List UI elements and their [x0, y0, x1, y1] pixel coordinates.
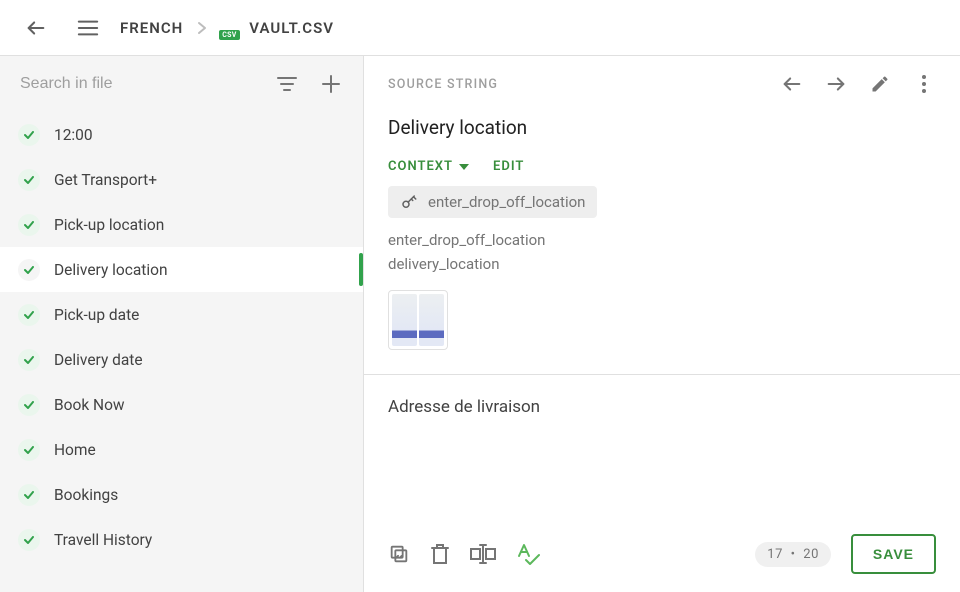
string-list: 12:00 Get Transport+ Pick-up location Deliv…: [0, 112, 363, 592]
list-item[interactable]: Pick-up location: [0, 202, 363, 247]
context-row: CONTEXT EDIT: [388, 159, 936, 174]
back-button[interactable]: [16, 8, 56, 48]
list-item[interactable]: 12:00: [0, 112, 363, 157]
string-key-chip[interactable]: enter_drop_off_location: [388, 186, 597, 218]
spellcheck-button[interactable]: [516, 543, 540, 565]
string-key-text: enter_drop_off_location: [428, 193, 585, 211]
check-icon: [18, 169, 40, 191]
main: 12:00 Get Transport+ Pick-up location Deliv…: [0, 56, 960, 592]
list-item[interactable]: Get Transport+: [0, 157, 363, 202]
filter-button[interactable]: [267, 64, 307, 104]
left-panel: 12:00 Get Transport+ Pick-up location Deliv…: [0, 56, 364, 592]
footer-tools: [388, 543, 735, 565]
filter-icon: [277, 76, 297, 92]
delete-button[interactable]: [430, 543, 450, 565]
screenshot-preview-icon: [392, 294, 417, 346]
check-icon: [18, 214, 40, 236]
insert-placeholder-button[interactable]: [470, 543, 496, 565]
save-button[interactable]: SAVE: [851, 534, 936, 574]
list-item[interactable]: Pick-up date: [0, 292, 363, 337]
check-icon: [18, 124, 40, 146]
add-button[interactable]: [311, 64, 351, 104]
source-header: SOURCE STRING: [364, 56, 960, 112]
more-button[interactable]: [904, 64, 944, 104]
trash-icon: [430, 543, 450, 565]
plus-icon: [321, 74, 341, 94]
list-item-label: Home: [54, 441, 96, 459]
breadcrumb-file[interactable]: CSV VAULT.CSV: [221, 17, 334, 39]
translation-area[interactable]: Adresse de livraison: [364, 375, 960, 518]
chevron-right-icon: [197, 21, 207, 35]
list-item-label: Delivery date: [54, 351, 143, 369]
check-icon: [18, 439, 40, 461]
char-counter: 17 • 20: [755, 542, 831, 567]
list-item[interactable]: Home: [0, 427, 363, 472]
list-item-label: Delivery location: [54, 261, 168, 279]
source-body: Delivery location CONTEXT EDIT enter_dro…: [364, 112, 960, 375]
translation-text: Adresse de livraison: [388, 397, 936, 417]
screenshot-preview-icon: [419, 294, 444, 346]
list-item-label: Pick-up date: [54, 306, 139, 324]
pencil-icon: [870, 74, 890, 94]
menu-button[interactable]: [68, 8, 108, 48]
list-item-label: Bookings: [54, 486, 118, 504]
topbar: FRENCH CSV VAULT.CSV: [0, 0, 960, 56]
copy-source-button[interactable]: [388, 543, 410, 565]
list-item[interactable]: Delivery date: [0, 337, 363, 382]
check-icon: [18, 394, 40, 416]
source-section-label: SOURCE STRING: [388, 77, 772, 92]
context-button[interactable]: CONTEXT: [388, 159, 469, 174]
extra-key-line: enter_drop_off_location: [388, 228, 936, 252]
right-panel: SOURCE STRING Delivery location: [364, 56, 960, 592]
list-item-label: Pick-up location: [54, 216, 164, 234]
list-item-label: 12:00: [54, 126, 93, 144]
list-item[interactable]: Book Now: [0, 382, 363, 427]
arrow-right-icon: [825, 73, 847, 95]
search-input[interactable]: [20, 75, 263, 93]
char-count-current: 17: [767, 547, 783, 562]
context-label: CONTEXT: [388, 159, 453, 174]
context-screenshot-thumbnail[interactable]: [388, 290, 448, 350]
check-icon: [18, 484, 40, 506]
check-icon: [18, 349, 40, 371]
list-item[interactable]: Travell History: [0, 517, 363, 562]
list-item-label: Get Transport+: [54, 171, 157, 189]
check-icon: [18, 304, 40, 326]
arrow-left-icon: [781, 73, 803, 95]
source-title: Delivery location: [388, 116, 936, 139]
list-item[interactable]: Bookings: [0, 472, 363, 517]
next-button[interactable]: [816, 64, 856, 104]
char-count-sep: •: [791, 547, 796, 562]
list-item-label: Book Now: [54, 396, 125, 414]
hamburger-icon: [77, 19, 99, 37]
breadcrumb-filename: VAULT.CSV: [249, 19, 334, 37]
breadcrumb-language[interactable]: FRENCH: [120, 19, 183, 37]
caret-down-icon: [459, 164, 469, 170]
key-icon: [400, 193, 418, 211]
list-item-label: Travell History: [54, 531, 152, 549]
breadcrumb: FRENCH CSV VAULT.CSV: [120, 17, 334, 39]
extra-keys: enter_drop_off_locationdelivery_location: [388, 228, 936, 276]
edit-context-button[interactable]: EDIT: [493, 159, 524, 174]
spellcheck-icon: [516, 543, 540, 565]
list-item[interactable]: Delivery location: [0, 247, 363, 292]
copy-icon: [388, 543, 410, 565]
text-cursor-icon: [470, 544, 496, 564]
extra-key-line: delivery_location: [388, 252, 936, 276]
check-icon: [18, 259, 40, 281]
prev-button[interactable]: [772, 64, 812, 104]
source-header-actions: [772, 64, 944, 104]
more-vertical-icon: [921, 74, 927, 94]
csv-file-icon: CSV: [221, 17, 241, 39]
translation-footer: 17 • 20 SAVE: [364, 518, 960, 592]
edit-source-button[interactable]: [860, 64, 900, 104]
char-count-limit: 20: [803, 547, 819, 562]
arrow-left-icon: [25, 17, 47, 39]
search-row: [0, 56, 363, 112]
check-icon: [18, 529, 40, 551]
